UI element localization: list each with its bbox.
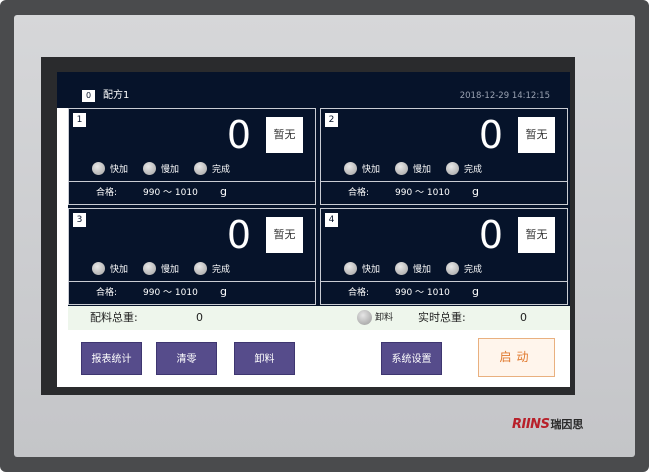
indicator-label: 慢加 xyxy=(161,264,180,275)
fast-feed-indicator-icon xyxy=(92,161,105,175)
channel-status-button[interactable]: 暂无 xyxy=(266,217,303,253)
weight-display: 0 xyxy=(226,213,251,257)
recipe-index-box[interactable]: 0 xyxy=(82,90,95,102)
channel-number: 3 xyxy=(73,213,86,227)
recipe-name: 配方1 xyxy=(103,90,130,101)
tolerance-range: 990 ～ 1010 xyxy=(395,188,450,198)
datetime-display: 2018-12-29 14:12:15 xyxy=(459,91,550,101)
indicator-label: 快加 xyxy=(362,164,381,175)
totals-bar: 配料总重: 0 卸料 实时总重: 0 xyxy=(68,306,570,330)
brand-logo: RIINS 瑞因思 xyxy=(512,416,583,432)
batch-total-label: 配料总重: xyxy=(90,311,138,324)
weight-display: 0 xyxy=(478,213,503,257)
tolerance-label: 合格: xyxy=(348,188,370,198)
realtime-total-value: 0 xyxy=(520,311,527,324)
channel-status-button[interactable]: 暂无 xyxy=(518,117,555,153)
brand-name: 瑞因思 xyxy=(550,418,584,431)
divider xyxy=(69,281,315,282)
unload-indicator-label: 卸料 xyxy=(375,313,394,323)
tolerance-range: 990 ～ 1010 xyxy=(143,288,198,298)
weight-unit: g xyxy=(472,185,479,198)
indicator-label: 慢加 xyxy=(413,164,432,175)
settings-button[interactable]: 系统设置 xyxy=(381,342,442,375)
complete-indicator-icon xyxy=(446,161,460,175)
fast-feed-indicator-icon xyxy=(92,261,105,275)
realtime-total-label: 实时总重: xyxy=(418,311,466,324)
indicator-row: 快加 慢加 完成 xyxy=(92,261,245,275)
divider xyxy=(321,181,567,182)
complete-indicator-icon xyxy=(194,161,208,175)
tolerance-label: 合格: xyxy=(96,288,118,298)
touch-screen: 0 配方1 2018-12-29 14:12:15 1 0 暂无 快加 慢加 完… xyxy=(57,72,570,387)
slow-feed-indicator-icon xyxy=(395,261,409,275)
fast-feed-indicator-icon xyxy=(344,161,357,175)
complete-indicator-icon xyxy=(446,261,460,275)
indicator-row: 快加 慢加 完成 xyxy=(344,161,497,175)
channel-number: 2 xyxy=(325,113,338,127)
brand-mark: RIINS xyxy=(512,416,550,432)
indicator-label: 完成 xyxy=(464,264,483,275)
channel-panel-3: 3 0 暂无 快加 慢加 完成 合格: 990 ～ 1010 g xyxy=(68,208,316,305)
channel-panel-1: 1 0 暂无 快加 慢加 完成 合格: 990 ～ 1010 g xyxy=(68,108,316,205)
complete-indicator-icon xyxy=(194,261,208,275)
indicator-label: 快加 xyxy=(110,264,129,275)
fast-feed-indicator-icon xyxy=(344,261,357,275)
hmi-device: 0 配方1 2018-12-29 14:12:15 1 0 暂无 快加 慢加 完… xyxy=(0,0,649,472)
indicator-label: 完成 xyxy=(464,164,483,175)
batch-total-value: 0 xyxy=(196,311,203,324)
slow-feed-indicator-icon xyxy=(143,161,157,175)
indicator-row: 快加 慢加 完成 xyxy=(92,161,245,175)
unload-button[interactable]: 卸料 xyxy=(234,342,295,375)
channel-status-button[interactable]: 暂无 xyxy=(518,217,555,253)
tolerance-range: 990 ～ 1010 xyxy=(395,288,450,298)
weight-display: 0 xyxy=(226,113,251,157)
zero-button[interactable]: 清零 xyxy=(156,342,217,375)
channel-number: 1 xyxy=(73,113,86,127)
divider xyxy=(69,181,315,182)
slow-feed-indicator-icon xyxy=(143,261,157,275)
unload-indicator-icon xyxy=(357,310,372,325)
indicator-label: 完成 xyxy=(212,164,231,175)
indicator-label: 完成 xyxy=(212,264,231,275)
indicator-label: 慢加 xyxy=(161,164,180,175)
title-bar: 0 配方1 2018-12-29 14:12:15 xyxy=(57,72,570,108)
divider xyxy=(321,281,567,282)
channel-grid: 1 0 暂无 快加 慢加 完成 合格: 990 ～ 1010 g 2 0 暂无 xyxy=(68,108,570,306)
tolerance-range: 990 ～ 1010 xyxy=(143,188,198,198)
weight-unit: g xyxy=(220,285,227,298)
weight-display: 0 xyxy=(478,113,503,157)
channel-number: 4 xyxy=(325,213,338,227)
indicator-label: 慢加 xyxy=(413,264,432,275)
channel-panel-2: 2 0 暂无 快加 慢加 完成 合格: 990 ～ 1010 g xyxy=(320,108,568,205)
weight-unit: g xyxy=(220,185,227,198)
tolerance-label: 合格: xyxy=(348,288,370,298)
indicator-row: 快加 慢加 完成 xyxy=(344,261,497,275)
slow-feed-indicator-icon xyxy=(395,161,409,175)
indicator-label: 快加 xyxy=(110,164,129,175)
tolerance-label: 合格: xyxy=(96,188,118,198)
channel-status-button[interactable]: 暂无 xyxy=(266,117,303,153)
channel-panel-4: 4 0 暂无 快加 慢加 完成 合格: 990 ～ 1010 g xyxy=(320,208,568,305)
report-button[interactable]: 报表统计 xyxy=(81,342,142,375)
start-button[interactable]: 启动 xyxy=(478,338,555,377)
weight-unit: g xyxy=(472,285,479,298)
indicator-label: 快加 xyxy=(362,264,381,275)
